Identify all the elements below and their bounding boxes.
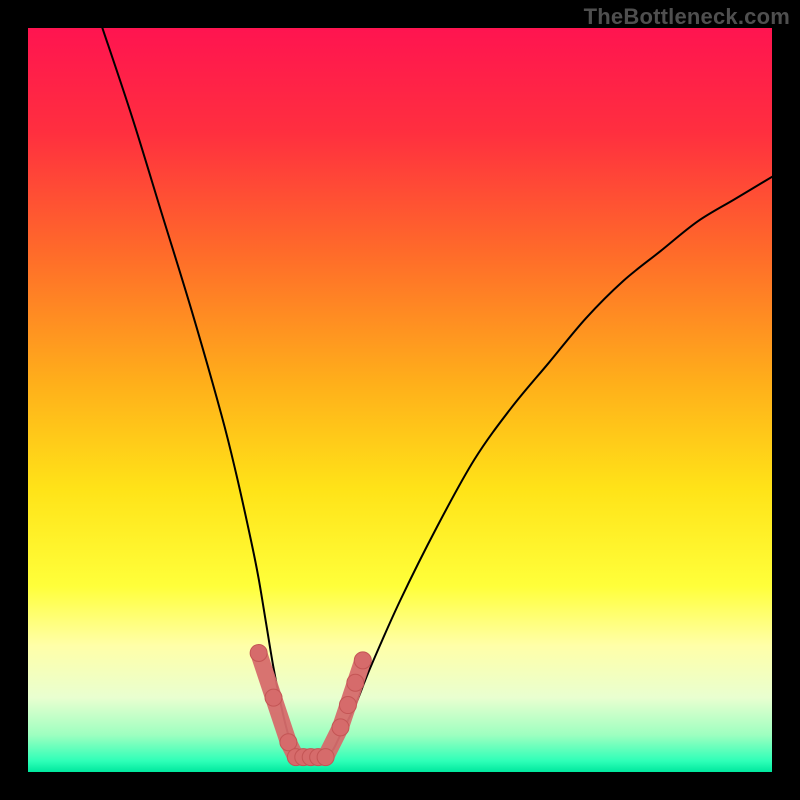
data-marker bbox=[280, 734, 297, 751]
data-marker bbox=[339, 697, 356, 714]
data-marker bbox=[265, 689, 282, 706]
data-marker bbox=[347, 674, 364, 691]
data-marker bbox=[250, 644, 267, 661]
data-marker bbox=[317, 749, 334, 766]
chart-frame: TheBottleneck.com bbox=[0, 0, 800, 800]
watermark-text: TheBottleneck.com bbox=[584, 4, 790, 30]
data-marker bbox=[332, 719, 349, 736]
bottleneck-chart bbox=[28, 28, 772, 772]
plot-area bbox=[28, 28, 772, 772]
data-marker bbox=[354, 652, 371, 669]
